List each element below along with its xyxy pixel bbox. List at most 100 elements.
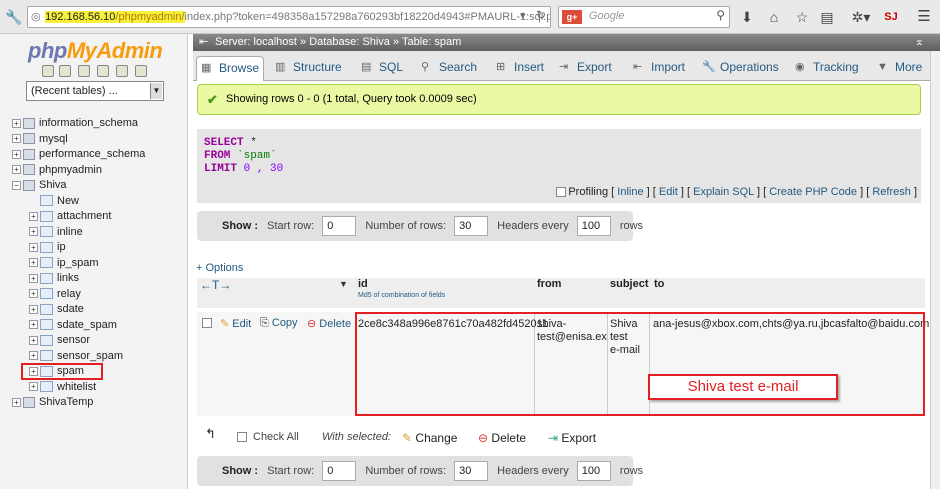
tree-table-item[interactable]: New xyxy=(29,194,79,209)
expand-icon[interactable]: + xyxy=(29,304,38,314)
tab-operations[interactable]: 🔧 Operations xyxy=(698,56,779,81)
tab-sql[interactable]: ▤ SQL xyxy=(357,56,403,81)
database-name[interactable]: ShivaTemp xyxy=(39,396,93,408)
search-bar[interactable]: g+ Google ⚲ xyxy=(558,6,730,28)
row-delete-button[interactable]: ⊖ Delete xyxy=(307,317,351,330)
tab-import[interactable]: ⇤ Import xyxy=(629,56,685,81)
expand-icon[interactable]: + xyxy=(29,382,38,392)
tab-structure[interactable]: ▥ Structure xyxy=(271,56,342,81)
show-button[interactable]: Show : xyxy=(222,220,258,232)
home-icon[interactable] xyxy=(42,65,54,77)
row-checkbox[interactable] xyxy=(202,318,212,328)
back-arrow-icon[interactable]: ⇤ xyxy=(199,34,208,51)
bulk-change-button[interactable]: ✎ Change xyxy=(402,431,457,445)
database-name[interactable]: information_schema xyxy=(39,117,138,129)
menu-icon[interactable]: ☰ xyxy=(915,8,933,26)
start-row-input[interactable]: 0 xyxy=(322,461,357,482)
expand-icon[interactable]: + xyxy=(12,397,21,407)
expand-icon[interactable]: + xyxy=(12,134,21,144)
options-link[interactable]: + Options xyxy=(196,262,243,274)
rows-input[interactable]: 30 xyxy=(454,461,489,482)
chevron-down-icon[interactable]: ▼ xyxy=(150,83,162,99)
table-name[interactable]: inline xyxy=(57,226,83,238)
tree-table-item[interactable]: + sensor_spam xyxy=(29,349,123,364)
table-name[interactable]: whitelist xyxy=(57,381,96,393)
reading-list-icon[interactable]: ▤ xyxy=(818,8,836,26)
expand-icon[interactable]: + xyxy=(29,211,38,221)
table-name[interactable]: attachment xyxy=(57,210,111,222)
create-php-link[interactable]: Create PHP Code xyxy=(769,186,857,198)
tree-table-item[interactable]: + links xyxy=(29,271,79,286)
tab-more[interactable]: ▼ More xyxy=(873,56,922,81)
explain-sql-link[interactable]: Explain SQL xyxy=(693,186,754,198)
database-name[interactable]: performance_schema xyxy=(39,148,145,160)
check-all-label[interactable]: Check All xyxy=(253,431,299,443)
table-name[interactable]: links xyxy=(57,272,79,284)
table-name[interactable]: sensor xyxy=(57,334,90,346)
expand-icon[interactable]: + xyxy=(12,118,21,128)
documentation-icon[interactable] xyxy=(97,65,109,77)
profiling-checkbox[interactable] xyxy=(556,187,567,198)
expand-icon[interactable]: + xyxy=(29,335,38,345)
tree-db-item[interactable]: − Shiva xyxy=(12,178,67,193)
tree-db-item[interactable]: + mysql xyxy=(12,132,68,147)
tree-table-item[interactable]: + relay xyxy=(29,287,81,302)
tab-export[interactable]: ⇥ Export xyxy=(555,56,612,81)
tree-table-item[interactable]: + sdate xyxy=(29,302,84,317)
edit-link[interactable]: Edit xyxy=(659,186,678,198)
breadcrumb-database[interactable]: Database: Shiva xyxy=(309,36,390,48)
table-name[interactable]: sensor_spam xyxy=(57,350,123,362)
column-to[interactable]: to xyxy=(654,278,664,290)
table-name[interactable]: sdate_spam xyxy=(57,319,117,331)
search-icon[interactable]: ⚲ xyxy=(716,8,725,22)
expand-icon[interactable]: + xyxy=(29,289,38,299)
expand-icon[interactable]: + xyxy=(12,149,21,159)
table-name[interactable]: ip xyxy=(57,241,66,253)
refresh-link[interactable]: Refresh xyxy=(872,186,911,198)
wrench-icon[interactable]: 🔧 xyxy=(5,8,23,26)
column-subject[interactable]: subject xyxy=(610,278,649,290)
column-from[interactable]: from xyxy=(537,278,561,290)
reload-icon[interactable] xyxy=(135,65,147,77)
home-icon[interactable]: ⌂ xyxy=(765,8,783,26)
addon-sj-icon[interactable]: SJ xyxy=(882,8,900,26)
dropdown-arrow-icon[interactable]: ▾ xyxy=(520,9,526,22)
breadcrumb-table[interactable]: Table: spam xyxy=(402,36,461,48)
breadcrumb-server[interactable]: Server: localhost xyxy=(215,36,297,48)
tab-browse[interactable]: ▦ Browse xyxy=(196,56,264,81)
start-row-input[interactable]: 0 xyxy=(322,216,357,237)
headers-input[interactable]: 100 xyxy=(576,461,611,482)
headers-input[interactable]: 100 xyxy=(576,216,611,237)
download-icon[interactable]: ⬇ xyxy=(738,8,756,26)
database-name[interactable]: mysql xyxy=(39,133,68,145)
tree-table-item[interactable]: + inline xyxy=(29,225,83,240)
tree-table-item[interactable]: + attachment xyxy=(29,209,111,224)
tree-db-item[interactable]: + phpmyadmin xyxy=(12,163,102,178)
database-name[interactable]: phpmyadmin xyxy=(39,164,102,176)
bulk-export-button[interactable]: ⇥ Export xyxy=(548,431,596,445)
recent-tables-select[interactable]: (Recent tables) ... xyxy=(26,81,164,101)
collapse-icon[interactable]: ⌅ xyxy=(915,34,924,51)
tree-table-item[interactable]: + ip xyxy=(29,240,66,255)
rows-input[interactable]: 30 xyxy=(454,216,489,237)
show-button[interactable]: Show : xyxy=(222,465,258,477)
expand-icon[interactable]: + xyxy=(29,351,38,361)
expand-icon[interactable]: + xyxy=(29,258,38,268)
tree-db-item[interactable]: + ShivaTemp xyxy=(12,395,93,410)
address-bar[interactable]: ◎ 192.168.56.10/phpmyadmin/index.php?tok… xyxy=(27,6,551,28)
tree-table-item[interactable]: + whitelist xyxy=(29,380,96,395)
table-name[interactable]: ip_spam xyxy=(57,257,99,269)
table-name[interactable]: relay xyxy=(57,288,81,300)
bulk-delete-button[interactable]: ⊖ Delete xyxy=(478,431,526,445)
tree-table-item[interactable]: + ip_spam xyxy=(29,256,99,271)
tab-tracking[interactable]: ◉ Tracking xyxy=(791,56,859,81)
tree-db-item[interactable]: + performance_schema xyxy=(12,147,145,162)
expand-icon[interactable]: + xyxy=(29,227,38,237)
inline-link[interactable]: Inline xyxy=(617,186,643,198)
scrollbar[interactable] xyxy=(930,51,940,489)
query-window-icon[interactable] xyxy=(78,65,90,77)
expand-icon[interactable]: + xyxy=(29,242,38,252)
column-id[interactable]: id xyxy=(358,278,368,290)
expand-icon[interactable]: + xyxy=(12,165,21,175)
column-arrows-icon[interactable]: ←T→ xyxy=(200,278,231,292)
